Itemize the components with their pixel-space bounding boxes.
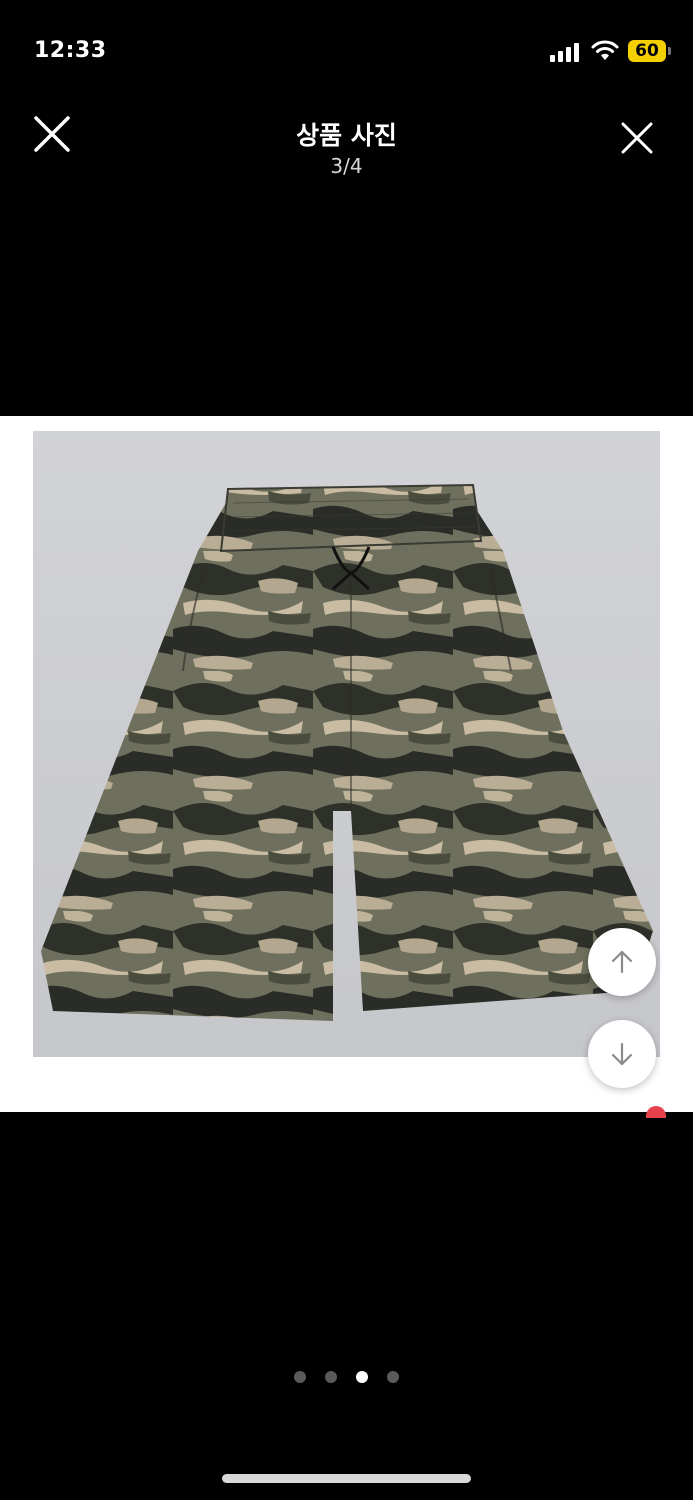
page-title: 상품 사진	[296, 121, 397, 150]
product-photo	[33, 431, 660, 1057]
arrow-down-icon	[611, 1042, 633, 1066]
viewer-header: 상품 사진 3/4	[0, 100, 693, 210]
page-dot-2[interactable]	[325, 1371, 337, 1383]
cellular-signal-icon	[550, 42, 582, 62]
close-icon[interactable]	[615, 116, 659, 160]
battery-tip	[668, 47, 671, 55]
home-indicator[interactable]	[222, 1474, 471, 1483]
page-dot-3[interactable]	[356, 1371, 368, 1383]
scroll-up-button[interactable]	[588, 928, 656, 996]
wifi-icon	[591, 40, 619, 60]
status-bar: 12:33 60	[0, 0, 693, 100]
page-dot-4[interactable]	[387, 1371, 399, 1383]
page-dot-1[interactable]	[294, 1371, 306, 1383]
scroll-down-button[interactable]	[588, 1020, 656, 1088]
page-indicator	[0, 1371, 693, 1385]
arrow-up-icon	[611, 950, 633, 974]
photo-viewer[interactable]	[0, 416, 693, 1112]
status-time: 12:33	[34, 38, 107, 63]
battery-indicator: 60	[628, 40, 666, 62]
photo-counter: 3/4	[330, 154, 363, 178]
